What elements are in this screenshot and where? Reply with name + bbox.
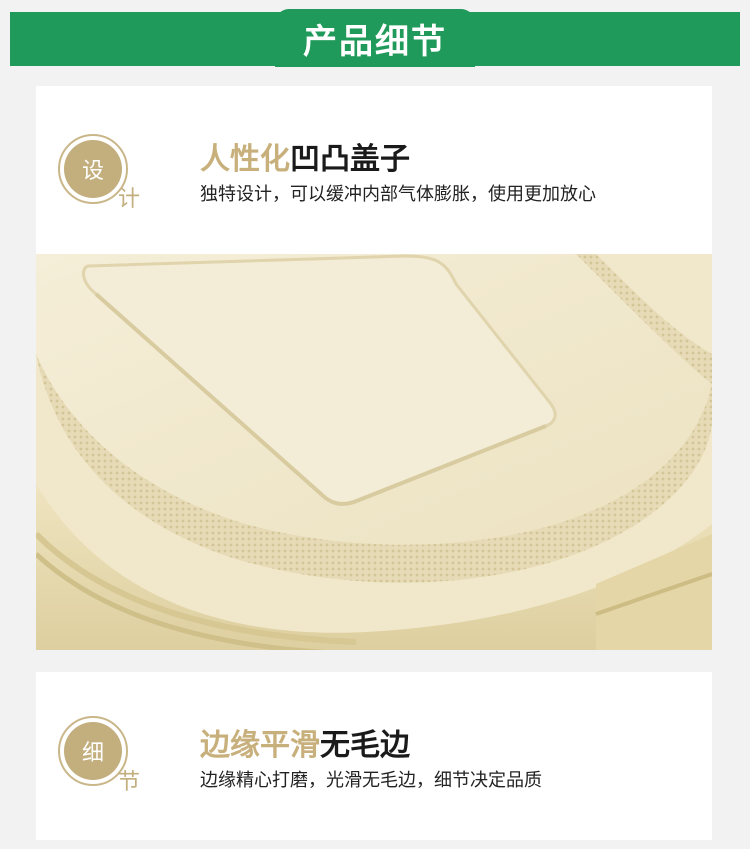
badge-main-char: 细	[64, 722, 122, 780]
feature-title: 边缘平滑无毛边	[200, 720, 410, 764]
badge-main-char: 设	[64, 140, 122, 198]
feature-title-highlight: 边缘平滑	[200, 728, 320, 763]
feature-card-design: 设 计 人性化凹凸盖子 独特设计，可以缓冲内部气体膨胀，使用更加放心	[36, 86, 712, 254]
page-title: 产品细节	[275, 9, 475, 67]
badge-sub-char: 节	[118, 770, 141, 795]
product-photo	[36, 254, 712, 650]
feature-title-rest: 凹凸盖子	[290, 142, 410, 177]
feature-description: 边缘精心打磨，光滑无毛边，细节决定品质	[200, 770, 542, 791]
feature-title-highlight: 人性化	[200, 142, 290, 177]
feature-title-rest: 无毛边	[320, 728, 410, 763]
feature-description: 独特设计，可以缓冲内部气体膨胀，使用更加放心	[200, 184, 596, 205]
feature-card-detail: 细 节 边缘平滑无毛边 边缘精心打磨，光滑无毛边，细节决定品质	[36, 672, 712, 840]
lunch-box-lid-image	[36, 254, 712, 650]
feature-title: 人性化凹凸盖子	[200, 134, 410, 178]
badge-sub-char: 计	[118, 187, 141, 212]
